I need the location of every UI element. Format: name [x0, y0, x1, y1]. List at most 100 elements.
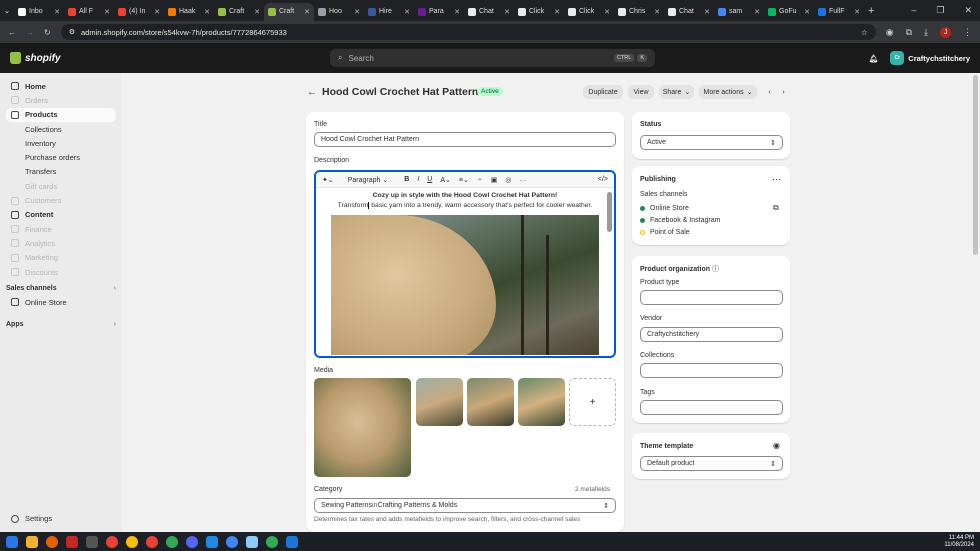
minimize-icon[interactable]: –	[911, 5, 916, 16]
close-tab-icon[interactable]: ✕	[654, 8, 660, 16]
link-icon[interactable]: ⚭	[477, 176, 483, 184]
app-icon[interactable]	[66, 535, 78, 548]
close-tab-icon[interactable]: ✕	[504, 8, 510, 16]
browser-tab[interactable]: GoFu ✕	[764, 3, 814, 21]
status-select[interactable]: Active ⇕	[640, 135, 783, 150]
image-icon[interactable]: ▣	[491, 176, 498, 184]
browser-tab[interactable]: All F ✕	[64, 3, 114, 21]
browser-tab[interactable]: Craft ✕	[264, 2, 314, 21]
browser-tab[interactable]: Chat ✕	[464, 3, 514, 21]
browser-tab[interactable]: Craft ✕	[214, 3, 264, 21]
vendor-input[interactable]: Craftychstitchery	[640, 327, 783, 342]
close-tab-icon[interactable]: ✕	[154, 8, 160, 16]
media-thumbnail[interactable]	[518, 378, 565, 426]
bell-icon[interactable]: 🔔︎	[869, 54, 879, 63]
discord-icon[interactable]	[186, 535, 198, 548]
address-bar[interactable]: ⚙ admin.shopify.com/store/s54kvw-7h/prod…	[60, 24, 876, 40]
next-product-icon[interactable]: ›	[778, 85, 789, 99]
app-icon[interactable]	[86, 535, 98, 548]
media-thumbnail[interactable]	[416, 378, 463, 426]
chrome-icon[interactable]	[266, 535, 278, 548]
tab-search-icon[interactable]: ⌄	[0, 6, 14, 15]
info-icon[interactable]: ⓘ	[712, 266, 719, 273]
collections-input[interactable]	[640, 363, 783, 378]
align-icon[interactable]: ≡⌄	[459, 176, 469, 184]
chrome-icon[interactable]	[126, 535, 138, 548]
browser-tab[interactable]: Hire ✕	[364, 3, 414, 21]
text-color-icon[interactable]: A⌄	[440, 176, 451, 184]
sidebar-item-inventory[interactable]: Inventory	[6, 136, 116, 150]
close-tab-icon[interactable]: ✕	[204, 8, 210, 16]
restore-icon[interactable]: ❐	[936, 5, 944, 16]
close-tab-icon[interactable]: ✕	[804, 8, 810, 16]
tags-input[interactable]	[640, 400, 783, 415]
metafields-count[interactable]: 2 metafields	[575, 486, 610, 493]
close-tab-icon[interactable]: ✕	[604, 8, 610, 16]
chrome-icon[interactable]	[226, 535, 238, 548]
close-tab-icon[interactable]: ✕	[554, 8, 560, 16]
underline-icon[interactable]: U	[427, 176, 432, 183]
theme-template-select[interactable]: Default product ⇕	[640, 456, 783, 471]
bold-icon[interactable]: B	[404, 176, 409, 183]
close-tab-icon[interactable]: ✕	[354, 8, 360, 16]
page-scrollbar[interactable]	[973, 75, 978, 255]
app-icon[interactable]	[206, 535, 218, 548]
sidebar-item-discounts[interactable]: Discounts	[6, 265, 116, 279]
new-tab-icon[interactable]: +	[868, 5, 874, 17]
store-menu[interactable]: Cr Craftychstitchery	[890, 51, 970, 65]
browser-tab[interactable]: FullF ✕	[814, 3, 864, 21]
paragraph-select[interactable]: Paragraph ⌄	[348, 176, 389, 184]
manage-channels-icon[interactable]: ⧉	[773, 203, 779, 213]
close-tab-icon[interactable]: ✕	[404, 8, 410, 16]
profile-avatar[interactable]: J	[940, 26, 951, 38]
bookmark-star-icon[interactable]: ☆	[861, 28, 868, 37]
browser-tab[interactable]: Hoo ✕	[314, 3, 364, 21]
close-tab-icon[interactable]: ✕	[304, 8, 310, 16]
code-view-icon[interactable]: </>	[598, 176, 608, 183]
media-thumbnail[interactable]	[467, 378, 514, 426]
close-tab-icon[interactable]: ✕	[704, 8, 710, 16]
close-tab-icon[interactable]: ✕	[104, 8, 110, 16]
video-icon[interactable]: ◎	[505, 176, 511, 184]
browser-tab[interactable]: Inbo ✕	[14, 3, 64, 21]
chrome-icon[interactable]	[106, 535, 118, 548]
reload-icon[interactable]: ↻	[44, 28, 51, 37]
browser-tab[interactable]: (4) In ✕	[114, 3, 164, 21]
browser-tab[interactable]: Haak ✕	[164, 3, 214, 21]
more-formatting-icon[interactable]: …	[519, 176, 526, 183]
sidebar-item-transfers[interactable]: Transfers	[6, 165, 116, 179]
sidebar-item-gift-cards[interactable]: Gift cards	[6, 179, 116, 193]
file-explorer-icon[interactable]	[26, 535, 38, 548]
sidebar-item-settings[interactable]: Settings	[6, 512, 116, 526]
title-input[interactable]: Hood Cowl Crochet Hat Pattern	[314, 132, 616, 147]
browser-tab[interactable]: Chris ✕	[614, 3, 664, 21]
browser-tab[interactable]: sam ✕	[714, 3, 764, 21]
close-tab-icon[interactable]: ✕	[254, 8, 260, 16]
start-icon[interactable]	[6, 535, 18, 548]
browser-menu-icon[interactable]: ⋮	[963, 27, 972, 38]
sidebar-item-products[interactable]: Products	[6, 107, 116, 122]
close-window-icon[interactable]: ✕	[964, 5, 972, 16]
back-arrow-icon[interactable]: ←	[307, 87, 317, 98]
app-icon[interactable]	[286, 535, 298, 548]
add-media-button[interactable]: +	[569, 378, 616, 426]
app-icon[interactable]	[246, 535, 258, 548]
forward-icon[interactable]: →	[26, 28, 34, 37]
italic-icon[interactable]: I	[417, 176, 419, 183]
sidebar-item-marketing[interactable]: Marketing	[6, 251, 116, 265]
camera-icon[interactable]: ◉	[886, 27, 894, 38]
browser-tab[interactable]: Click ✕	[564, 3, 614, 21]
sidebar-item-purchase-orders[interactable]: Purchase orders	[6, 150, 116, 164]
browser-tab[interactable]: Para ✕	[414, 3, 464, 21]
more-actions-button[interactable]: More actions ⌄	[699, 85, 757, 99]
chrome-icon[interactable]	[146, 535, 158, 548]
view-button[interactable]: View	[628, 85, 654, 99]
editor-scrollbar[interactable]	[607, 192, 612, 232]
sidebar-item-home[interactable]: Home	[6, 79, 116, 93]
share-button[interactable]: Share ⌄	[659, 85, 694, 99]
sidebar-item-online-store[interactable]: Online Store	[6, 295, 116, 309]
browser-tab[interactable]: Chat ✕	[664, 3, 714, 21]
apps-heading[interactable]: Apps ›	[6, 317, 116, 331]
sales-channels-heading[interactable]: Sales channels ›	[6, 281, 116, 295]
back-icon[interactable]: ←	[8, 28, 16, 37]
